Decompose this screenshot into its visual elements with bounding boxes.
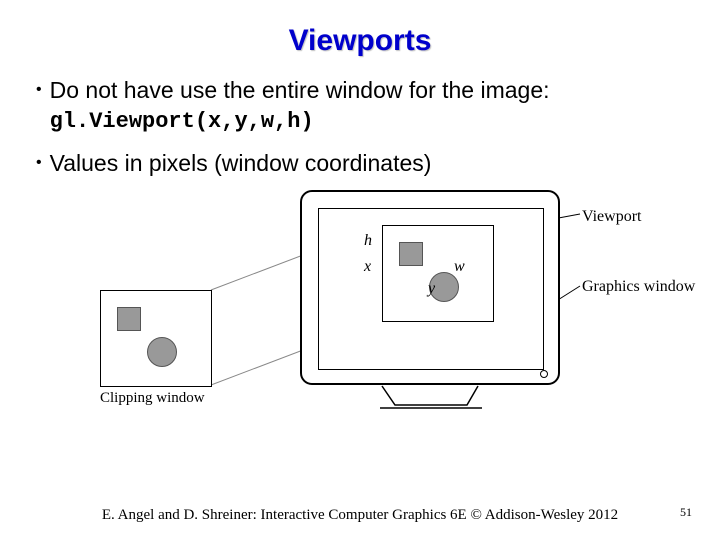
bullet-item: • Values in pixels (window coordinates)	[36, 149, 692, 178]
bullet-dot-icon: •	[36, 149, 42, 177]
graphics-window-label: Graphics window	[582, 278, 695, 296]
viewport-box	[382, 225, 494, 322]
clipping-window-label: Clipping window	[100, 390, 205, 407]
label-y: y	[428, 280, 435, 298]
label-x: x	[364, 258, 371, 276]
square-icon	[399, 242, 423, 266]
bullet-item: • Do not have use the entire window for …	[36, 76, 692, 137]
label-w: w	[454, 258, 465, 276]
bullet-text: Values in pixels (window coordinates)	[50, 149, 692, 178]
bullet-code: gl.Viewport(x,y,w,h)	[50, 109, 314, 134]
label-h: h	[364, 232, 372, 250]
diagram: Clipping window h x w y Viewport Graphic…	[0, 190, 720, 430]
footer-citation: E. Angel and D. Shreiner: Interactive Co…	[0, 507, 720, 524]
page-number: 51	[680, 505, 692, 520]
bullet-prefix: Values in pixels (window coordinates)	[50, 150, 432, 176]
slide-title: Viewports	[0, 0, 720, 76]
viewport-label: Viewport	[582, 208, 641, 226]
bullet-text: Do not have use the entire window for th…	[50, 76, 692, 137]
clipping-window-box	[100, 290, 212, 387]
bullet-dot-icon: •	[36, 76, 42, 104]
square-icon	[117, 307, 141, 331]
bullet-list: • Do not have use the entire window for …	[0, 76, 720, 178]
bullet-prefix: Do not have use the entire window for th…	[50, 77, 550, 103]
circle-icon	[147, 337, 177, 367]
